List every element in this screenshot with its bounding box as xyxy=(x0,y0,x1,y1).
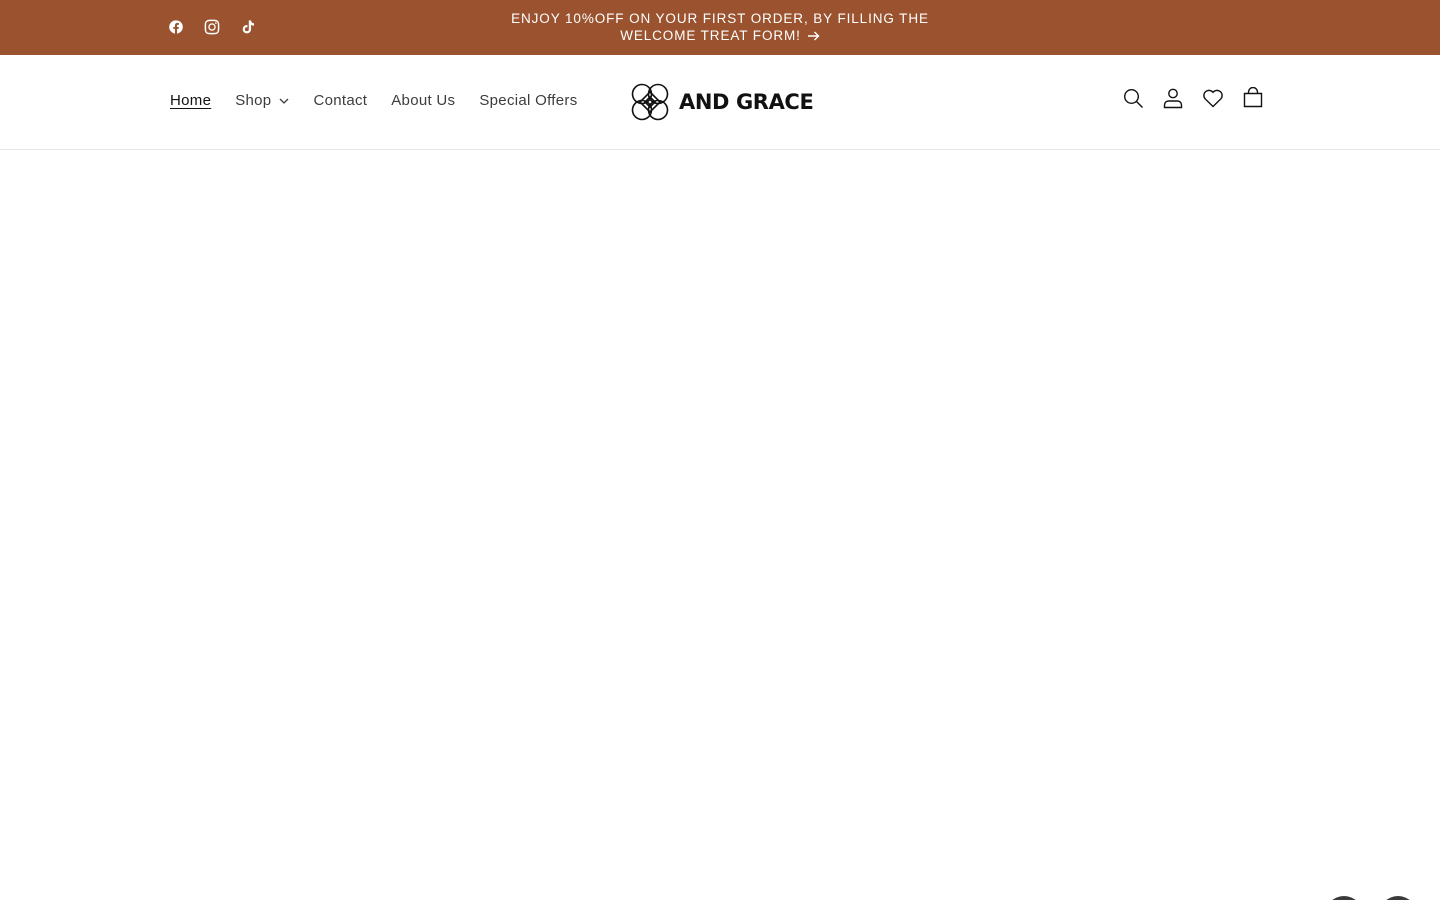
arrow-right-icon xyxy=(807,28,820,45)
nav-about-us[interactable]: About Us xyxy=(379,89,467,113)
nav-contact[interactable]: Contact xyxy=(301,89,379,113)
account-button[interactable] xyxy=(1153,82,1193,114)
promo-text: ENJOY 10%OFF ON YOUR FIRST ORDER, BY FIL… xyxy=(511,11,929,43)
social-links xyxy=(164,15,260,39)
facebook-icon xyxy=(169,20,183,34)
wishlist-button[interactable] xyxy=(1193,82,1233,114)
main-content xyxy=(0,150,1440,900)
main-nav: Home Shop Contact About Us Special Offer… xyxy=(158,89,590,113)
nav-shop-label: Shop xyxy=(235,92,272,109)
promo-link[interactable]: ENJOY 10%OFF ON YOUR FIRST ORDER, BY FIL… xyxy=(500,10,940,45)
cart-button[interactable] xyxy=(1233,82,1273,114)
wishlist-heart-icon xyxy=(1203,89,1223,108)
search-icon xyxy=(1123,88,1143,108)
facebook-link[interactable] xyxy=(164,15,188,39)
logo-text: AND GRACE xyxy=(679,90,814,114)
nav-special-offers[interactable]: Special Offers xyxy=(467,89,589,113)
cart-icon xyxy=(1243,87,1263,108)
logo-mark-icon xyxy=(631,83,669,121)
search-button[interactable] xyxy=(1113,82,1153,114)
account-icon xyxy=(1163,88,1183,109)
instagram-icon xyxy=(204,19,220,35)
instagram-link[interactable] xyxy=(200,15,224,39)
nav-home[interactable]: Home xyxy=(158,89,223,113)
brand-logo[interactable]: AND GRACE xyxy=(627,79,814,125)
announcement-bar: ENJOY 10%OFF ON YOUR FIRST ORDER, BY FIL… xyxy=(0,0,1440,55)
chevron-down-icon xyxy=(279,98,289,104)
site-header: Home Shop Contact About Us Special Offer… xyxy=(0,55,1440,150)
tiktok-link[interactable] xyxy=(236,15,260,39)
header-icons xyxy=(1113,82,1273,114)
tiktok-icon xyxy=(242,20,254,34)
nav-shop[interactable]: Shop xyxy=(223,89,301,113)
